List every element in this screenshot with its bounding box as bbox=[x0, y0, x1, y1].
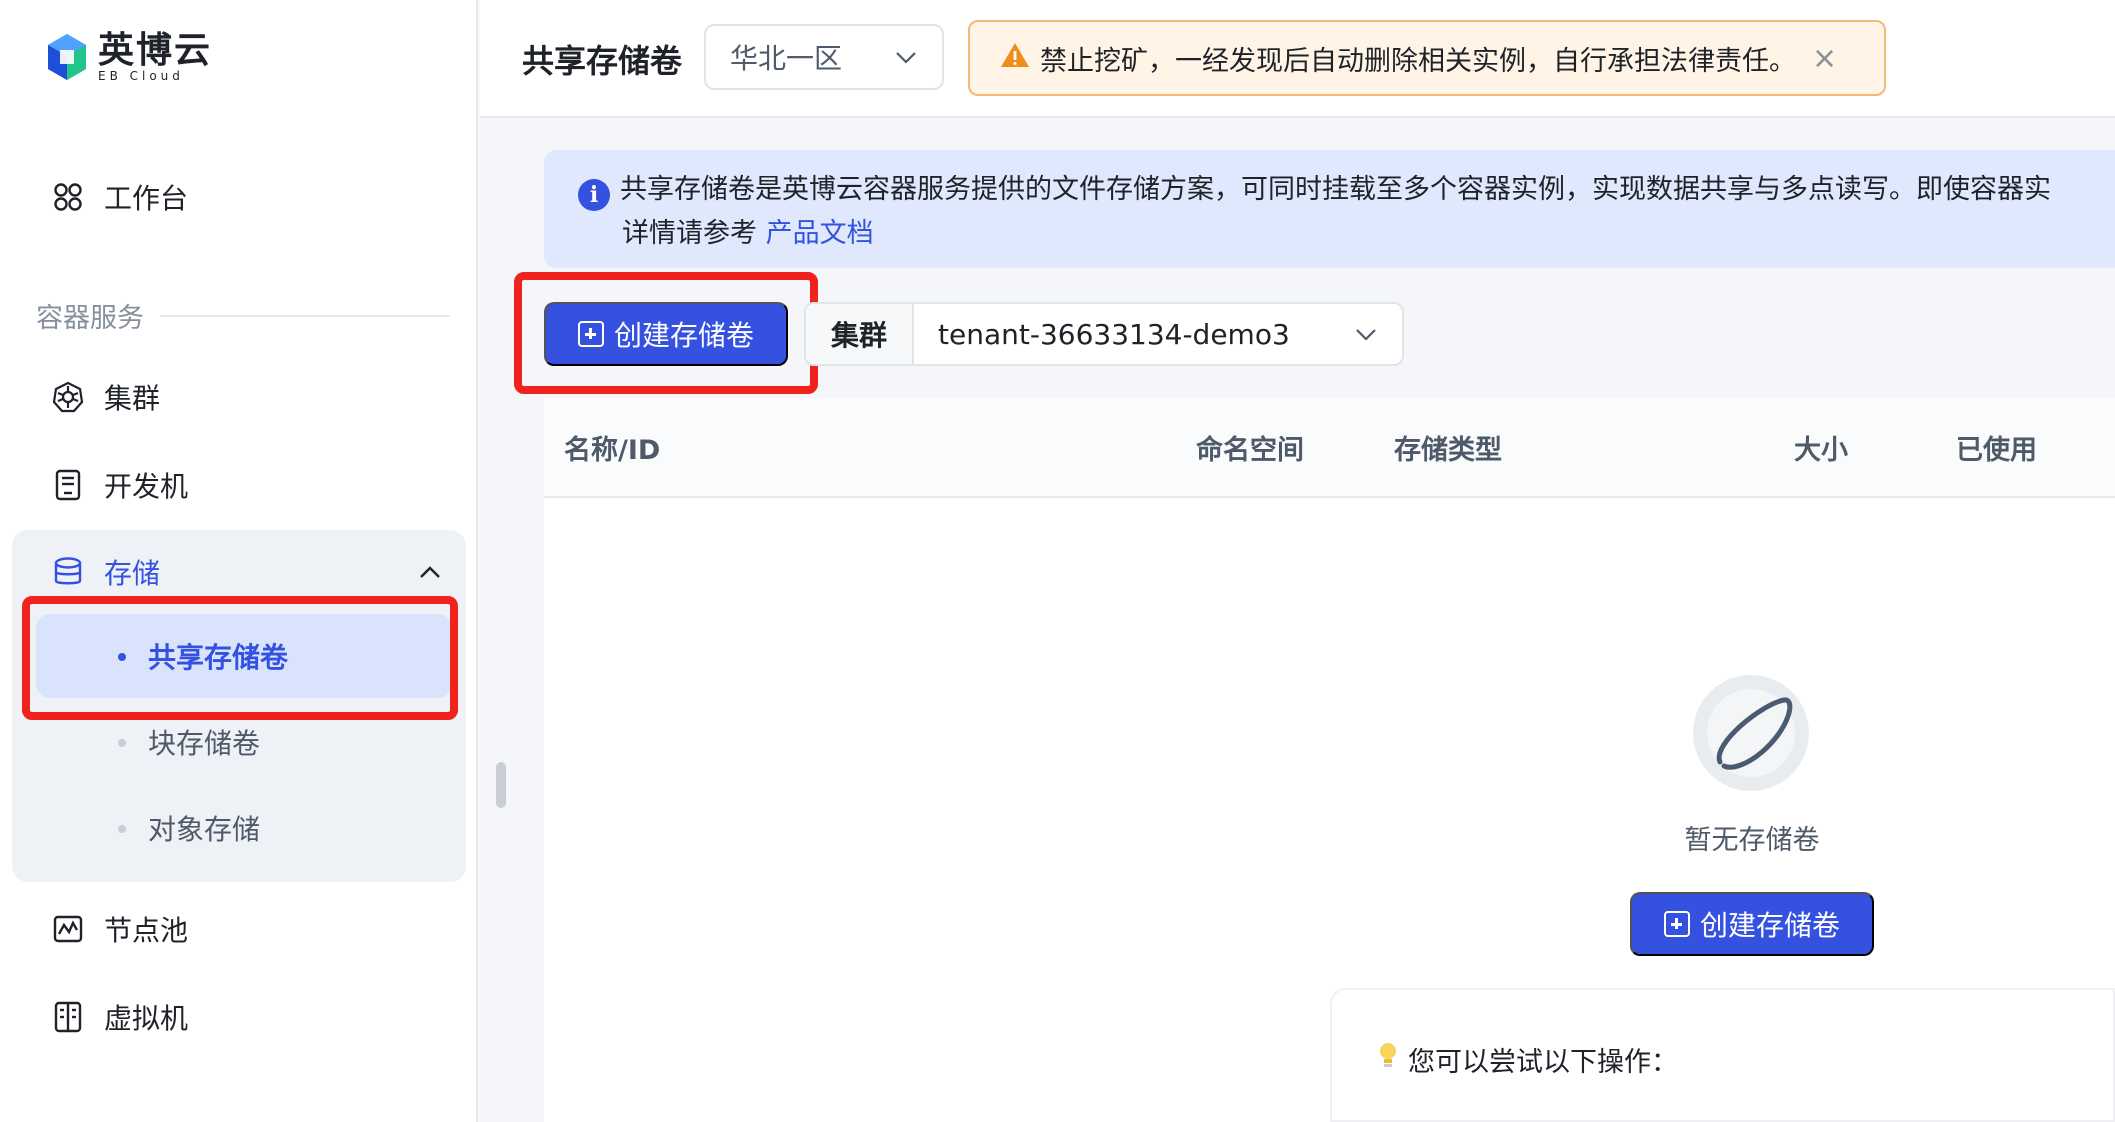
cluster-value: tenant-36633134-demo3 bbox=[938, 317, 1290, 351]
warning-text: 禁止挖矿，一经发现后自动删除相关实例，自行承担法律责任。 bbox=[1040, 45, 1796, 77]
column-header-storage-type: 存储类型 bbox=[1394, 435, 1502, 466]
divider bbox=[160, 314, 450, 317]
bullet-icon bbox=[118, 825, 126, 833]
empty-state-text: 暂无存储卷 bbox=[1684, 825, 1820, 856]
lightbulb-icon bbox=[1378, 1041, 1398, 1078]
create-volume-button[interactable]: 创建存储卷 bbox=[544, 302, 788, 366]
helm-icon bbox=[52, 381, 84, 413]
create-volume-button-empty[interactable]: 创建存储卷 bbox=[1630, 892, 1874, 956]
column-header-name: 名称/ID bbox=[564, 435, 661, 466]
sidebar-resize-handle[interactable] bbox=[496, 762, 506, 808]
tips-title: 您可以尝试以下操作： bbox=[1408, 1047, 1678, 1078]
sidebar-item-label: 虚拟机 bbox=[104, 1002, 189, 1035]
highlight-box-sidebar bbox=[22, 596, 458, 720]
warning-banner: 禁止挖矿，一经发现后自动删除相关实例，自行承担法律责任。 × bbox=[968, 20, 1886, 96]
info-icon: i bbox=[578, 179, 610, 211]
empty-planet-icon bbox=[1692, 674, 1810, 792]
cluster-select[interactable]: 集群 tenant-36633134-demo3 bbox=[804, 302, 1404, 366]
chevron-down-icon bbox=[1354, 326, 1378, 342]
device-icon bbox=[52, 469, 84, 501]
warning-icon bbox=[1000, 41, 1030, 76]
sidebar-item-storage[interactable]: 存储 bbox=[52, 552, 442, 592]
chevron-down-icon bbox=[894, 49, 918, 65]
sidebar-item-vm[interactable]: 虚拟机 bbox=[52, 992, 188, 1042]
sidebar-item-label: 存储 bbox=[104, 557, 161, 590]
close-icon[interactable]: × bbox=[1812, 41, 1837, 76]
section-title-container-service: 容器服务 bbox=[36, 296, 450, 335]
info-text-prefix: 详情请参考 bbox=[622, 218, 766, 249]
monitor-chart-icon bbox=[52, 913, 84, 945]
sidebar-item-nodepool[interactable]: 节点池 bbox=[52, 904, 188, 954]
table-header: 名称/ID 命名空间 存储类型 大小 已使用 bbox=[544, 398, 2115, 498]
sidebar-item-label: 节点池 bbox=[104, 914, 189, 947]
sidebar-item-label: 工作台 bbox=[104, 182, 189, 215]
cluster-label: 集群 bbox=[806, 304, 914, 364]
plus-square-icon bbox=[1663, 911, 1690, 937]
sidebar-item-cluster[interactable]: 集群 bbox=[52, 372, 160, 422]
logo-icon bbox=[46, 32, 88, 82]
column-header-used: 已使用 bbox=[1956, 435, 2037, 466]
button-label: 创建存储卷 bbox=[1699, 910, 1840, 941]
product-doc-link[interactable]: 产品文档 bbox=[766, 218, 874, 249]
region-select[interactable]: 华北一区 bbox=[704, 24, 944, 90]
sidebar-item-label: 块存储卷 bbox=[148, 727, 261, 760]
info-banner: i 共享存储卷是英博云容器服务提供的文件存储方案，可同时挂载至多个容器实例，实现数… bbox=[544, 150, 2115, 268]
plus-square-icon bbox=[577, 321, 604, 347]
sidebar-item-label: 对象存储 bbox=[148, 813, 261, 846]
button-label: 创建存储卷 bbox=[613, 320, 754, 351]
database-icon bbox=[52, 556, 84, 588]
tips-card: 您可以尝试以下操作： bbox=[1330, 988, 2115, 1122]
sidebar-item-devmachine[interactable]: 开发机 bbox=[52, 460, 188, 510]
column-header-size: 大小 bbox=[1794, 435, 1848, 466]
brand-sub: EB Cloud bbox=[98, 69, 184, 83]
column-header-namespace: 命名空间 bbox=[1196, 435, 1304, 466]
top-bar: 共享存储卷 华北一区 禁止挖矿，一经发现后自动删除相关实例，自行承担法律责任。 … bbox=[480, 0, 2115, 118]
region-value: 华北一区 bbox=[730, 42, 843, 75]
sidebar-item-workbench[interactable]: 工作台 bbox=[52, 172, 188, 222]
info-text: 共享存储卷是英博云容器服务提供的文件存储方案，可同时挂载至多个容器实例，实现数据… bbox=[620, 174, 2051, 205]
sidebar-item-label: 集群 bbox=[104, 382, 161, 415]
sidebar-item-object-storage[interactable]: 对象存储 bbox=[36, 786, 452, 870]
volume-table: 名称/ID 命名空间 存储类型 大小 已使用 暂无存储卷 创建存储卷 您可以尝试… bbox=[544, 398, 2115, 1122]
grid-icon bbox=[52, 181, 84, 213]
sidebar: 英博云 EB Cloud 工作台 容器服务 集群 开发机 存储 共享存储卷 块存… bbox=[0, 0, 478, 1122]
brand-name: 英博云 bbox=[98, 30, 213, 71]
page-title: 共享存储卷 bbox=[522, 42, 683, 80]
brand-logo[interactable]: 英博云 EB Cloud bbox=[46, 32, 212, 82]
chevron-up-icon[interactable] bbox=[418, 564, 442, 580]
bullet-icon bbox=[118, 739, 126, 747]
sidebar-item-label: 开发机 bbox=[104, 470, 189, 503]
server-icon bbox=[52, 1001, 84, 1033]
